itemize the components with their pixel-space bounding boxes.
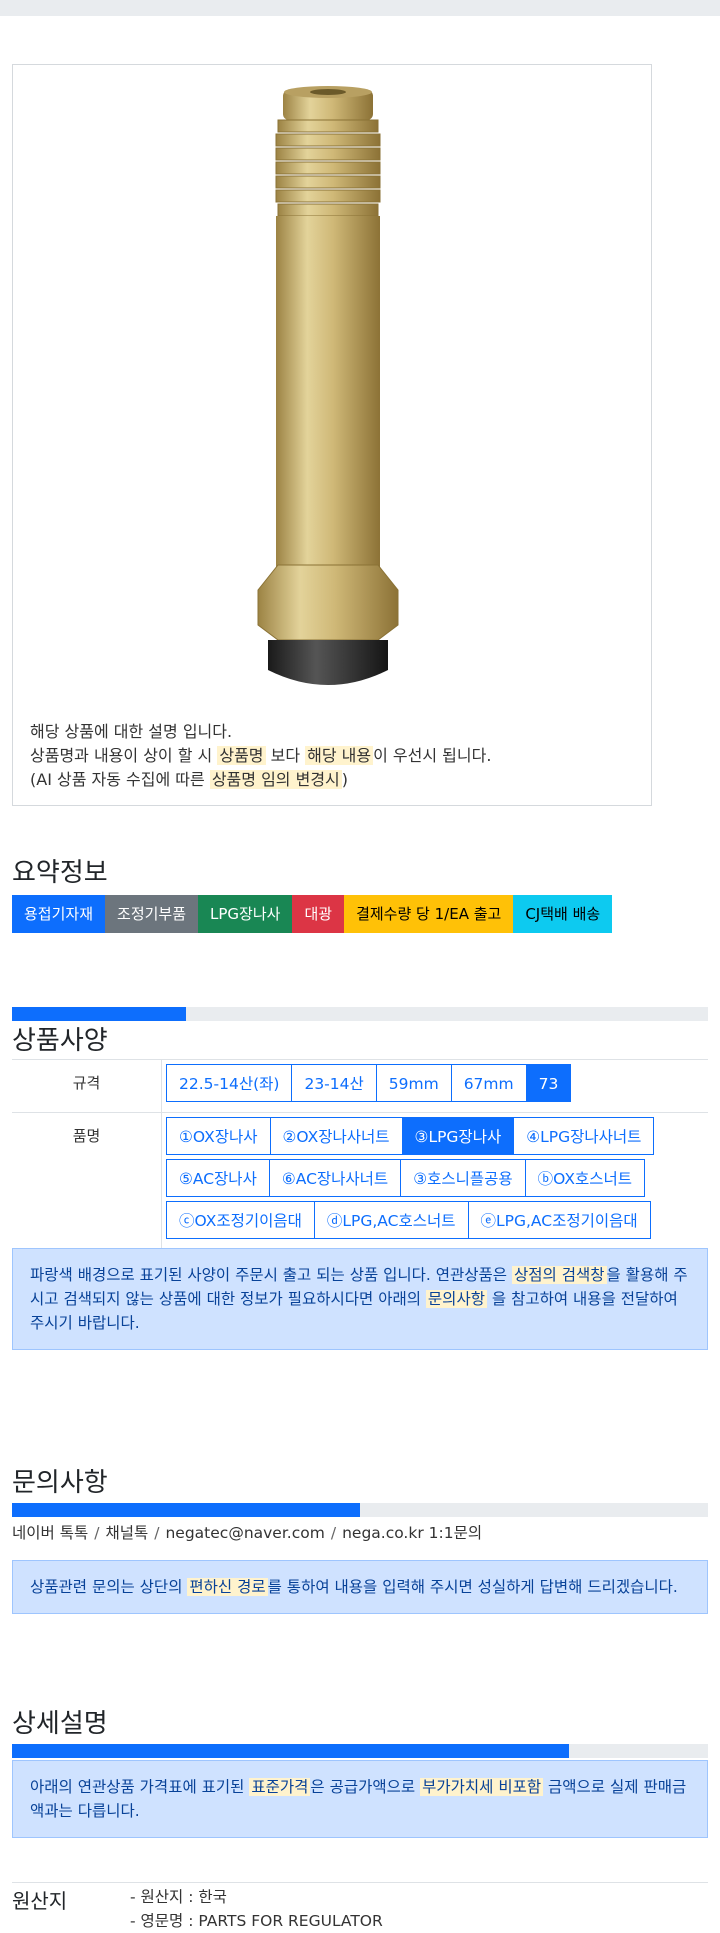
spec-option-button[interactable]: ①OX장나사 (166, 1117, 271, 1155)
spec-option-button[interactable]: 67mm (450, 1064, 527, 1102)
summary-badges: 용접기자재 조정기부품 LPG장나사 대광 결제수량 당 1/EA 출고 CJ택배 배송 (12, 895, 613, 933)
spec-option-button[interactable]: 22.5-14산(좌) (166, 1064, 293, 1102)
spec-label: 규격 (12, 1060, 162, 1112)
inquiry-alert: 상품관련 문의는 상단의 편하신 경로 를 통하여 내용을 입력해 주시면 성실하… (12, 1560, 708, 1614)
spec-progress-bar (12, 1007, 708, 1021)
summary-badge: 결제수량 당 1/EA 출고 (344, 895, 514, 933)
spec-option-button[interactable]: ③호스니플공용 (400, 1159, 526, 1197)
contact-link[interactable]: 채널톡 (105, 1524, 148, 1542)
spec-row: 규격 22.5-14산(좌) 23-14산 59mm 67mm 73 (12, 1060, 708, 1113)
contact-links: 네이버 톡톡 / 채널톡 / negatec@naver.com / nega.co.kr … (12, 1521, 482, 1543)
spec-option-button[interactable]: ②OX장나사너트 (269, 1117, 403, 1155)
summary-badge: LPG장나사 (198, 895, 293, 933)
spec-option-button[interactable]: ⓓLPG,AC호스너트 (313, 1201, 469, 1239)
summary-badge: 조정기부품 (105, 895, 199, 933)
spec-row: 품명 ①OX장나사 ②OX장나사너트 ③LPG장나사 ④LPG장나사너트 ⑤AC장나사 ⑥A… (12, 1113, 708, 1250)
highlight: 편하신 경로 (187, 1578, 268, 1596)
top-bar (0, 0, 720, 16)
spec-option-button[interactable]: ⑥AC장나사너트 (268, 1159, 402, 1197)
spec-title: 상품사양 (12, 1026, 108, 1056)
product-image-card: 해당 상품에 대한 설명 입니다. 상품명과 내용이 상이 할 시 상품명 보다… (12, 64, 652, 806)
product-image (257, 86, 399, 685)
spec-option-button[interactable]: ⓒOX조정기이음대 (166, 1201, 315, 1239)
spec-option-button[interactable]: 59mm (375, 1064, 452, 1102)
contact-link[interactable]: negatec@naver.com (165, 1524, 324, 1542)
spec-options: 22.5-14산(좌) 23-14산 59mm 67mm 73 (162, 1060, 686, 1112)
origin-divider (12, 1882, 708, 1883)
contact-link[interactable]: nega.co.kr 1:1문의 (342, 1524, 482, 1542)
summary-badge: 대광 (292, 895, 345, 933)
contact-link[interactable]: 네이버 톡톡 (12, 1524, 88, 1542)
spec-option-button[interactable]: 23-14산 (291, 1064, 377, 1102)
highlight: 상점의 검색창 (512, 1266, 607, 1284)
spec-table: 규격 22.5-14산(좌) 23-14산 59mm 67mm 73 품명 ①OX장나사 ②OX… (12, 1059, 708, 1250)
highlight: 상품명 (217, 746, 266, 765)
spec-option-button[interactable]: ⓑOX호스너트 (524, 1159, 646, 1197)
spec-option-button[interactable]: ⓔLPG,AC조정기이음대 (467, 1201, 651, 1239)
summary-badge: CJ택배 배송 (513, 895, 613, 933)
detail-progress-bar (12, 1744, 708, 1758)
inquiry-title: 문의사항 (12, 1468, 108, 1498)
summary-title: 요약정보 (12, 858, 108, 888)
highlight: 상품명 임의 변경시 (209, 770, 342, 789)
spec-option-button[interactable]: ④LPG장나사너트 (513, 1117, 655, 1155)
origin-item: - 영문명 : PARTS FOR REGULATOR (130, 1912, 383, 1930)
spec-label: 품명 (12, 1113, 162, 1249)
spec-options: ①OX장나사 ②OX장나사너트 ③LPG장나사 ④LPG장나사너트 ⑤AC장나사 ⑥AC장… (162, 1113, 686, 1249)
spec-option-button[interactable]: 73 (525, 1064, 572, 1102)
notice-text: 해당 상품에 대한 설명 입니다. 상품명과 내용이 상이 할 시 상품명 보다… (30, 722, 492, 789)
summary-badge: 용접기자재 (12, 895, 106, 933)
origin-list: - 원산지 : 한국 - 영문명 : PARTS FOR REGULATOR (130, 1885, 383, 1933)
detail-alert: 아래의 연관상품 가격표에 표기된 표준가격 은 공급가액으로 부가가치세 비포함… (12, 1760, 708, 1838)
origin-label: 원산지 (12, 1889, 68, 1913)
inquiry-progress-bar (12, 1503, 708, 1517)
highlight: 표준가격 (249, 1778, 311, 1796)
origin-item: - 원산지 : 한국 (130, 1888, 227, 1906)
contact-separator: / (154, 1524, 160, 1542)
contact-separator: / (330, 1524, 337, 1542)
highlight: 해당 내용 (305, 746, 374, 765)
highlight: 문의사항 (425, 1290, 487, 1308)
contact-separator: / (94, 1524, 100, 1542)
highlight: 부가가치세 비포함 (420, 1778, 544, 1796)
spec-notice-alert: 파랑색 배경으로 표기된 사양이 주문시 출고 되는 상품 입니다. 연관상품은… (12, 1248, 708, 1350)
spec-option-button[interactable]: ③LPG장나사 (401, 1117, 515, 1155)
spec-option-button[interactable]: ⑤AC장나사 (166, 1159, 270, 1197)
detail-title: 상세설명 (12, 1709, 108, 1739)
